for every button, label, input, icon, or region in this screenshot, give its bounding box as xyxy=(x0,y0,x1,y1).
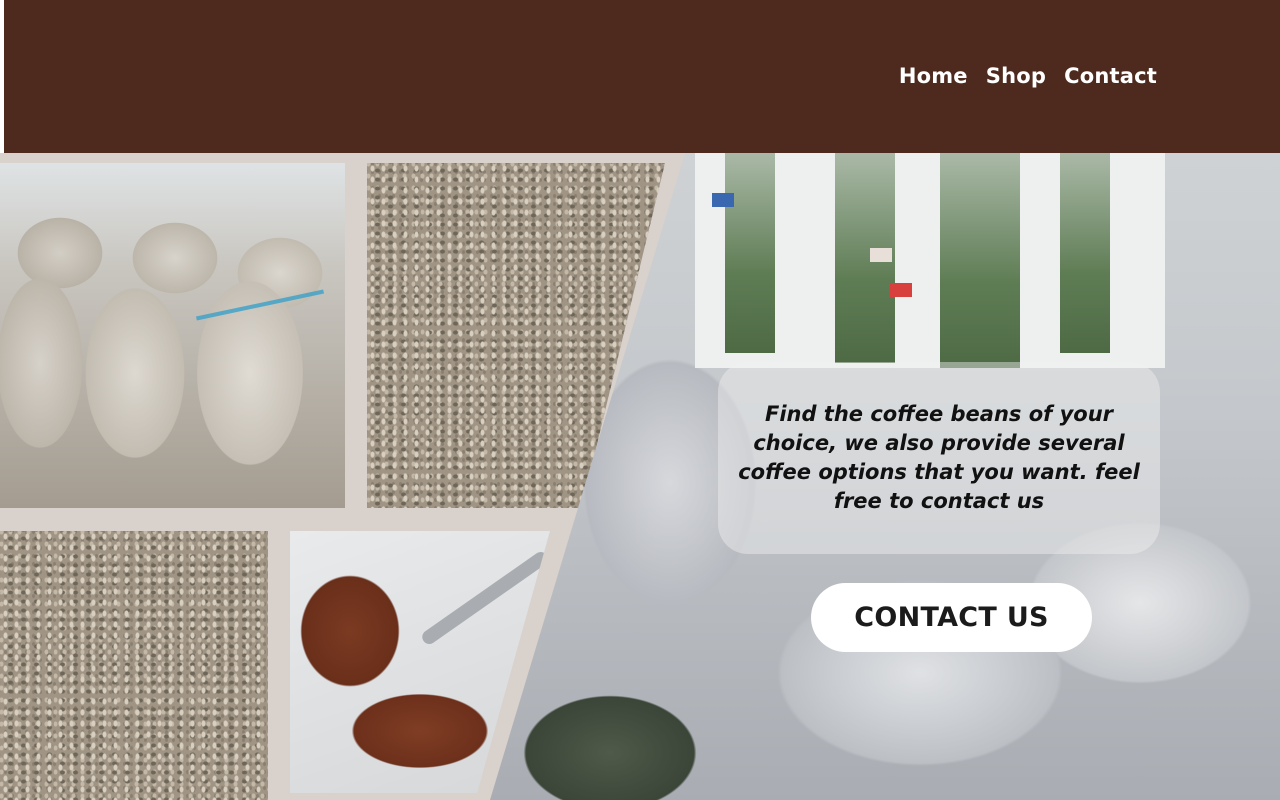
green-beans-closeup-photo xyxy=(0,531,268,800)
hero-message-box: Find the coffee beans of your choice, we… xyxy=(718,362,1160,554)
window-pane xyxy=(940,153,1020,368)
prayer-flag xyxy=(890,283,912,297)
contact-us-button[interactable]: CONTACT US xyxy=(811,583,1092,652)
site-header: Home Shop Contact xyxy=(4,0,1280,153)
window-pane xyxy=(1060,153,1110,353)
nav-home-link[interactable]: Home xyxy=(899,64,968,88)
hero-message: Find the coffee beans of your choice, we… xyxy=(738,402,1140,513)
window-pane xyxy=(725,153,775,353)
coffee-sacks-photo xyxy=(0,163,345,508)
main-nav: Home Shop Contact xyxy=(899,64,1157,88)
prayer-flag xyxy=(870,248,892,262)
photo-collage: Find the coffee beans of your choice, we… xyxy=(0,153,1280,800)
nav-contact-link[interactable]: Contact xyxy=(1064,64,1157,88)
prayer-flag xyxy=(712,193,734,207)
nav-shop-link[interactable]: Shop xyxy=(986,64,1046,88)
